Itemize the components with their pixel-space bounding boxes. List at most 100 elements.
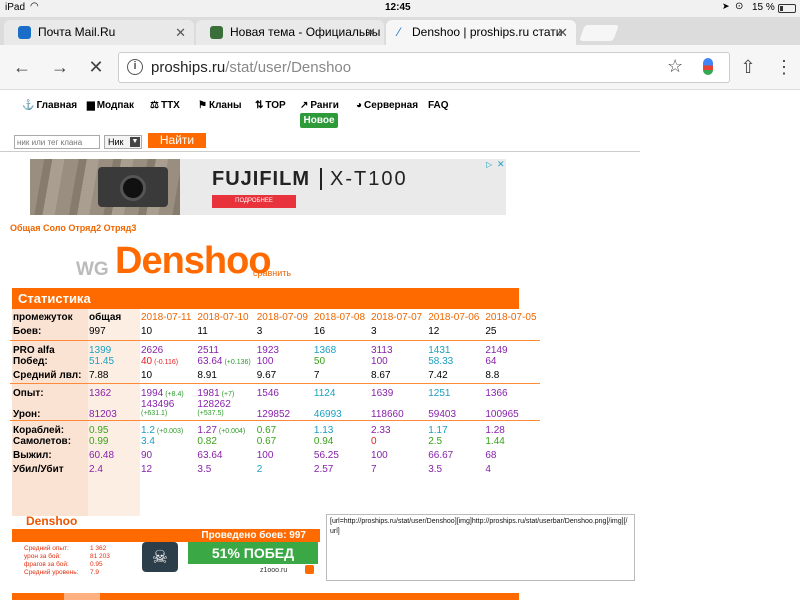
bookmark-star-icon[interactable]: ☆ — [667, 56, 683, 77]
table-cell: 25 — [482, 326, 539, 340]
table-cell: 0.82 — [194, 436, 253, 450]
nav-item-clans[interactable]: ⚑ Кланы — [198, 100, 242, 111]
cell-delta: (+8.4) — [165, 391, 184, 398]
cell-value: 1362 — [89, 388, 112, 399]
table-cell: 2.57 — [311, 464, 368, 478]
table-cell: 1994 (+8.4) — [138, 384, 194, 399]
nav-item-modpack[interactable]: ▆ Модпак — [87, 100, 134, 111]
stop-loading-button[interactable]: ✕ — [84, 55, 108, 79]
cell-value: 3 — [256, 326, 263, 337]
search-type-select[interactable]: Ник ▼ — [104, 135, 142, 149]
table-cell: 51.45 — [86, 356, 138, 370]
mode-tabs[interactable]: Общая Соло Отряд2 Отряд3 — [10, 223, 136, 233]
table-cell: 7 — [368, 464, 425, 478]
table-cell: 7 — [311, 370, 368, 384]
nav-item-ranks[interactable]: ↗ Ранги — [300, 100, 339, 111]
compare-link[interactable]: сравнить — [253, 268, 291, 278]
cell-value: 1.17 — [428, 425, 448, 436]
table-cell: 2626 — [138, 340, 194, 356]
pie-icon: ◕ — [356, 100, 363, 111]
nav-label: FAQ — [428, 100, 449, 111]
table-cell: 128262 (+537.5) — [194, 399, 253, 421]
tab-forum[interactable]: Новая тема - Официальны ✕ — [196, 20, 384, 45]
cell-value: 9.67 — [256, 369, 277, 381]
stat-line: Средний уровень: 7.9 — [24, 569, 110, 577]
cell-value: 10 — [141, 326, 153, 337]
row-label: Средний лвл: — [13, 369, 82, 381]
cell-value: 11 — [197, 326, 208, 337]
table-cell: 90 — [138, 450, 194, 464]
search-input[interactable] — [14, 135, 100, 149]
nav-item-faq[interactable]: FAQ — [428, 100, 449, 111]
table-cell: 1.27 (+0.004) — [194, 421, 253, 436]
tab-proships[interactable]: ⁄ Denshoo | proships.ru стати ✕ — [386, 20, 576, 45]
userbar-image: Denshoo Проведено боев: 997 Средний опыт… — [12, 514, 320, 582]
table-cell: 1.2 (+0.003) — [138, 421, 194, 436]
stat-label: Средний опыт: — [24, 545, 69, 552]
table-cell: 1.44 — [482, 436, 539, 450]
adchoices-icon[interactable]: ▷ — [486, 160, 492, 169]
scales-icon: ⚖ — [150, 100, 159, 111]
cell-value: 10 — [141, 369, 153, 381]
ad-cta-button[interactable]: ПОДРОБНЕЕ — [212, 195, 296, 208]
stat-label: урон за бой: — [24, 553, 61, 560]
stat-line: Средний опыт: 1 362 — [24, 545, 110, 553]
table-cell: 129852 — [254, 399, 311, 421]
more-menu-icon[interactable]: ⋮ — [772, 55, 796, 79]
header-cell: 2018-07-06 — [428, 312, 480, 323]
row-label: Кораблей: — [13, 425, 65, 436]
table-cell: 1399 — [86, 340, 138, 356]
table-cell: 0.95 — [86, 421, 138, 436]
cell-value: 1.2 — [141, 425, 155, 436]
cell-value: 1368 — [313, 344, 337, 356]
mic-icon[interactable] — [703, 58, 713, 75]
nav-item-server[interactable]: ◕ Серверная — [356, 100, 418, 111]
search-button[interactable]: Найти — [148, 133, 206, 148]
table-cell: 4 — [482, 464, 539, 478]
address-bar[interactable]: i proships.ru/stat/user/Denshoo ☆ — [118, 52, 730, 83]
table-cell: 63.64 — [194, 450, 253, 464]
nav-label: Модпак — [96, 100, 134, 111]
table-cell: 3113 — [368, 340, 425, 356]
back-button[interactable]: ← — [10, 55, 34, 79]
cell-value: 1431 — [428, 344, 451, 356]
close-tab-icon[interactable]: ✕ — [175, 20, 186, 45]
table-row: Урон: 81203 143496 (+631.1) 128262 (+537.5) 12… — [10, 399, 540, 421]
table-row: Средний лвл: 7.88 10 8.91 9.67 7 8.67 7.42 8.8 — [10, 370, 540, 384]
table-cell: 100 — [254, 356, 311, 370]
info-icon[interactable]: i — [127, 59, 143, 75]
nav-item-top[interactable]: ⇅ ТОР — [255, 100, 286, 111]
nav-item-main[interactable]: ⚓ Главная — [22, 100, 77, 111]
bbcode-textarea[interactable]: [url=http://proships.ru/stat/user/Densho… — [326, 514, 635, 581]
cell-value: 100 — [371, 450, 388, 461]
cell-value: 56.25 — [313, 450, 339, 461]
new-tab-button[interactable] — [579, 25, 619, 41]
row-label: Побед: — [13, 355, 48, 367]
table-cell: 0.67 — [254, 421, 311, 436]
table-cell: 2 — [254, 464, 311, 478]
table-cell: 1362 — [86, 384, 138, 399]
ad-close-icon[interactable]: ✕ — [497, 159, 505, 170]
stat-label: Средний уровень: — [24, 569, 79, 576]
cell-value: 16 — [313, 326, 326, 337]
table-cell: 9.67 — [254, 370, 311, 384]
table-cell: 1.13 — [311, 421, 368, 436]
ad-banner[interactable]: FUJIFILM X-T100 ПОДРОБНЕЕ ▷ ✕ — [30, 159, 506, 215]
share-icon[interactable]: ⇧ — [736, 55, 760, 79]
nav-item-ttx[interactable]: ⚖ ТТХ — [150, 100, 180, 111]
url-path: /stat/user/Denshoo — [225, 59, 352, 76]
cell-value: 2626 — [141, 344, 164, 356]
close-tab-icon[interactable]: ✕ — [557, 20, 568, 45]
close-tab-icon[interactable]: ✕ — [365, 20, 376, 45]
header-cell: общая — [89, 312, 122, 323]
cell-delta: (-0.116) — [154, 358, 179, 366]
lock-rotation-icon: ⊙ — [735, 1, 744, 12]
cell-value: 50 — [313, 355, 326, 367]
tab-mail[interactable]: Почта Mail.Ru ✕ — [4, 20, 194, 45]
cell-value: 12 — [428, 326, 440, 337]
table-cell: 1251 — [425, 384, 482, 399]
forward-button[interactable]: → — [48, 55, 72, 79]
new-badge[interactable]: Новое — [300, 113, 338, 128]
cell-value: 3113 — [371, 344, 393, 356]
row-label: Выжил: — [13, 450, 52, 461]
